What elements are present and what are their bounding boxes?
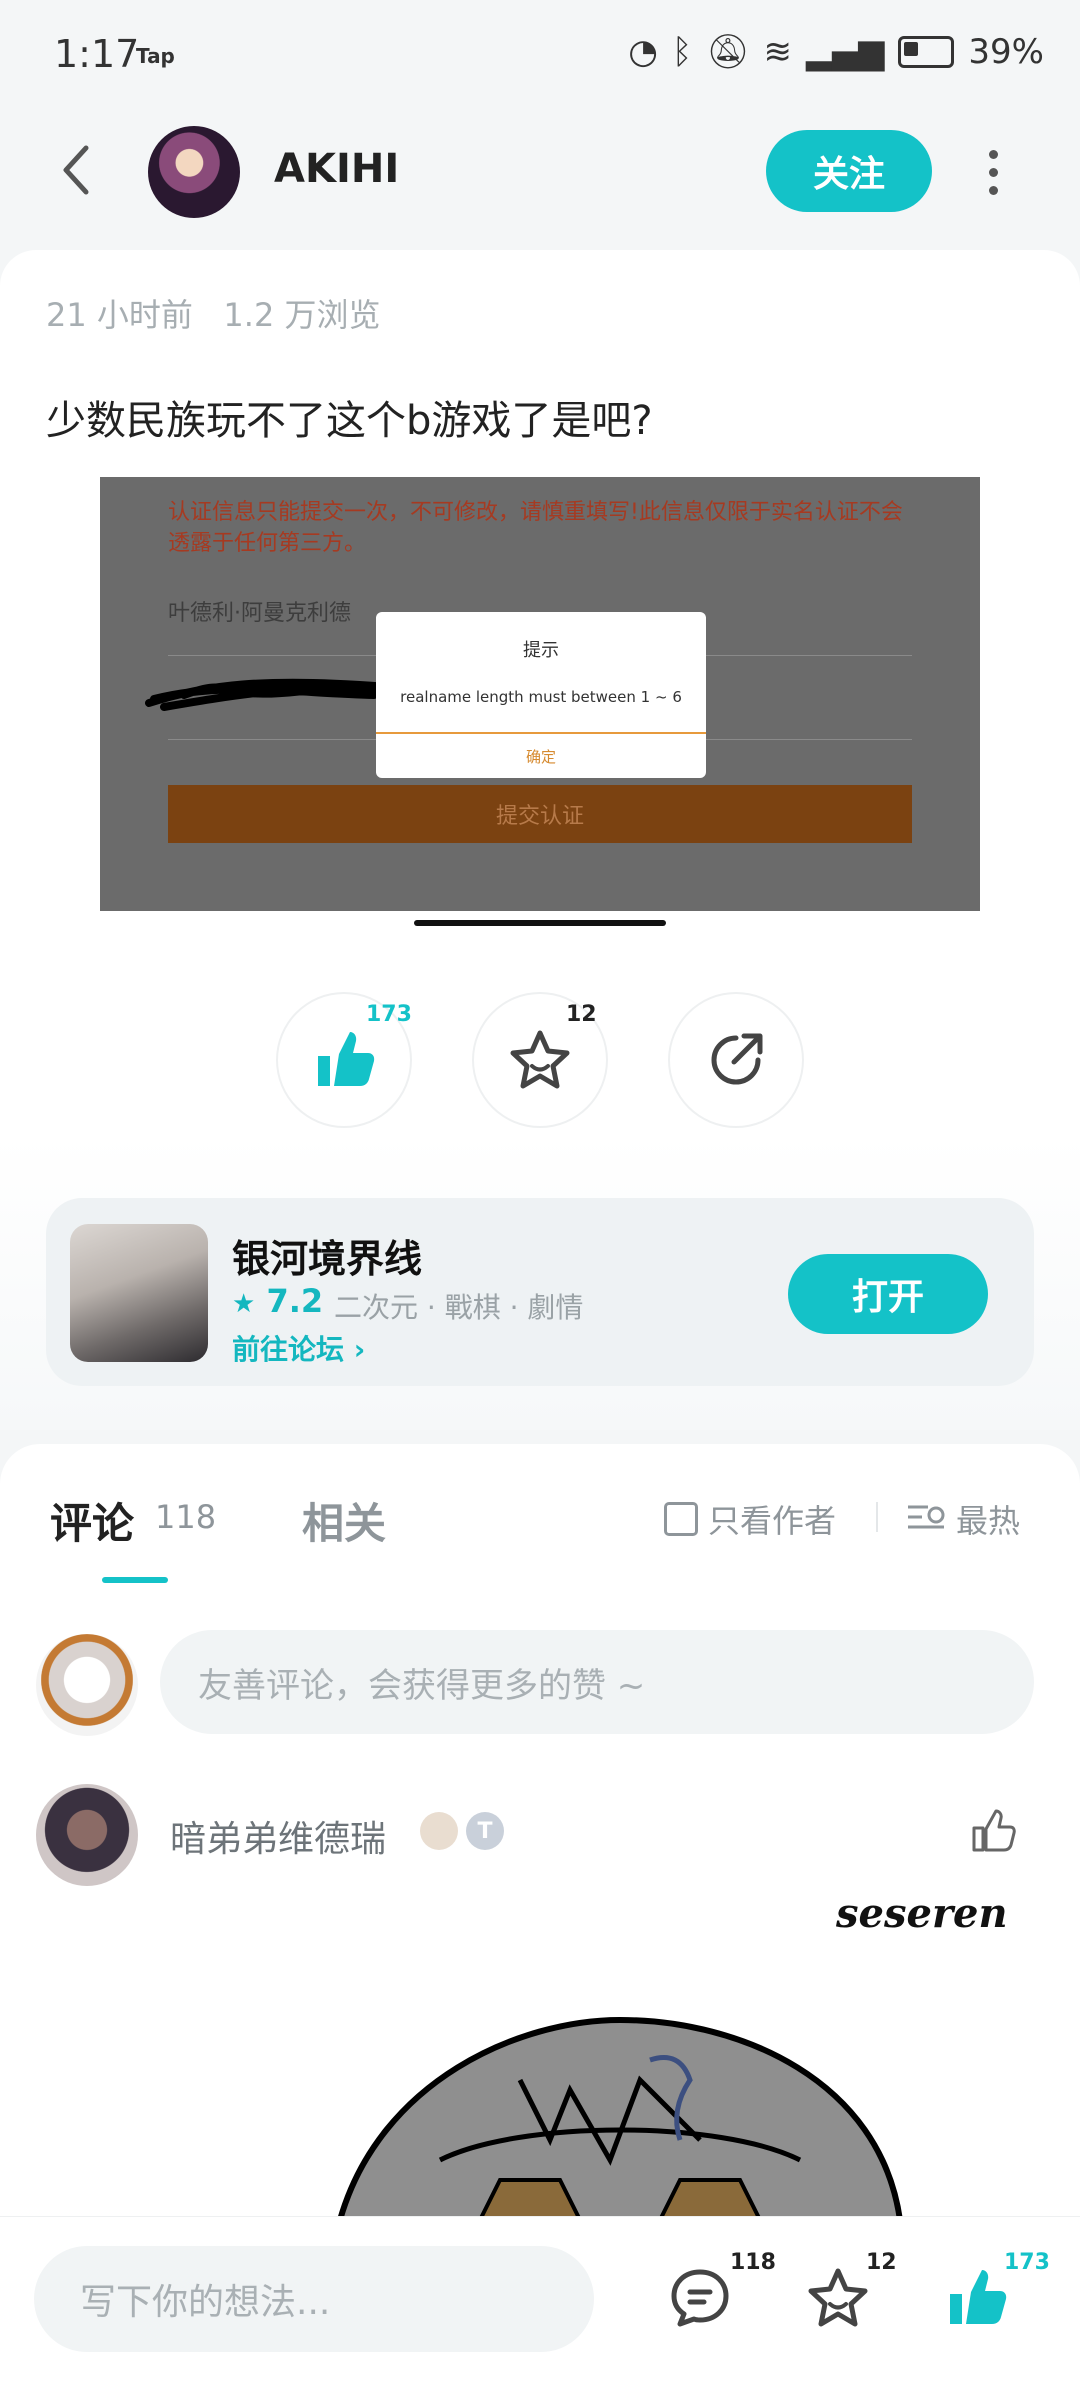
follow-button[interactable]: 关注 bbox=[766, 130, 932, 212]
more-options-button[interactable] bbox=[978, 150, 1008, 195]
game-name[interactable]: 银河境界线 bbox=[232, 1228, 422, 1283]
bottom-favorite-count: 12 bbox=[866, 2250, 897, 2275]
star-icon bbox=[510, 1030, 570, 1089]
checkbox-icon bbox=[664, 1502, 698, 1536]
status-time: 1:17 bbox=[54, 32, 140, 76]
commenter-avatar[interactable] bbox=[36, 1784, 138, 1886]
status-tap-label: Tap bbox=[136, 44, 175, 68]
open-game-button[interactable]: 打开 bbox=[788, 1254, 988, 1334]
share-icon bbox=[711, 1033, 763, 1085]
dialog-title: 提示 bbox=[523, 640, 559, 661]
thumbs-up-icon bbox=[950, 2270, 1007, 2324]
author-name[interactable]: AKIHI bbox=[274, 146, 399, 192]
active-tab-indicator bbox=[102, 1577, 168, 1583]
mute-bell-icon: 🔕︎ bbox=[706, 32, 750, 72]
game-icon[interactable] bbox=[70, 1224, 208, 1362]
game-score: ★ 7.2 bbox=[232, 1282, 323, 1320]
only-author-label: 只看作者 bbox=[708, 1502, 837, 1540]
bottom-like-count: 173 bbox=[1004, 2250, 1050, 2275]
image-indicator bbox=[414, 920, 666, 926]
back-button[interactable] bbox=[56, 140, 96, 200]
user-badge bbox=[420, 1812, 458, 1850]
my-avatar[interactable] bbox=[36, 1634, 138, 1736]
chevron-right-icon: › bbox=[353, 1333, 366, 1366]
signature-text: seseren bbox=[836, 1890, 1008, 1937]
post-time: 21 小时前 bbox=[46, 296, 193, 334]
wifi-icon: ≋ bbox=[763, 32, 792, 72]
bottom-favorite-button[interactable] bbox=[806, 2266, 870, 2334]
screenshot-submit-button: 提交认证 bbox=[168, 785, 912, 843]
post-meta: 21 小时前 1.2 万浏览 bbox=[46, 290, 381, 336]
reply-input[interactable]: 写下你的想法... bbox=[34, 2246, 594, 2352]
share-button[interactable] bbox=[670, 994, 802, 1126]
like-count: 173 bbox=[366, 1002, 412, 1027]
battery-percent: 39% bbox=[968, 32, 1044, 72]
bottom-comment-count: 118 bbox=[730, 2250, 776, 2275]
thumbs-up-outline-icon[interactable] bbox=[970, 1808, 1016, 1854]
favorite-count: 12 bbox=[566, 1002, 597, 1027]
post-image[interactable]: 认证信息只能提交一次，不可修改，请慎重填写!此信息仅限于实名认证不会透露于任何第… bbox=[100, 477, 980, 911]
author-avatar[interactable] bbox=[148, 126, 240, 218]
post-views: 1.2 万浏览 bbox=[223, 296, 381, 334]
status-icons: ◔ ᛒ 🔕︎ ≋ ▂▄▆ 39% bbox=[628, 32, 1044, 72]
chevron-left-icon bbox=[63, 145, 89, 195]
screenshot-warning: 认证信息只能提交一次，不可修改，请慎重填写!此信息仅限于实名认证不会透露于任何第… bbox=[168, 500, 903, 556]
game-score-value: 7.2 bbox=[266, 1282, 324, 1320]
sort-icon bbox=[908, 1505, 945, 1529]
redaction-scribble bbox=[145, 678, 393, 711]
comment-button[interactable] bbox=[668, 2266, 732, 2334]
star-small-icon: ★ bbox=[232, 1289, 256, 1319]
divider bbox=[876, 1502, 878, 1532]
thumbs-up-icon bbox=[318, 1032, 375, 1086]
screenshot-dialog: 提示 realname length must between 1 ~ 6 确定 bbox=[376, 612, 706, 778]
post-title: 少数民族玩不了这个b游戏了是吧? bbox=[46, 398, 653, 444]
comment-bubble-icon bbox=[671, 2269, 729, 2327]
dialog-divider bbox=[376, 732, 706, 734]
signal-icon: ▂▄▆ bbox=[805, 32, 885, 72]
tab-related[interactable]: 相关 bbox=[302, 1490, 386, 1551]
battery-icon bbox=[898, 36, 955, 68]
forum-link[interactable]: 前往论坛 › bbox=[232, 1328, 365, 1368]
speed-icon: ◔ bbox=[628, 32, 658, 72]
game-tags: 二次元 · 戰棋 · 劇情 bbox=[334, 1291, 584, 1324]
comments-count: 118 bbox=[155, 1498, 217, 1536]
only-author-toggle[interactable]: 只看作者 bbox=[664, 1496, 836, 1542]
bottom-like-button[interactable] bbox=[944, 2266, 1008, 2334]
forum-link-label: 前往论坛 bbox=[232, 1333, 345, 1366]
sort-toggle[interactable]: 最热 bbox=[906, 1496, 1020, 1542]
sort-label: 最热 bbox=[956, 1502, 1021, 1540]
dialog-message: realname length must between 1 ~ 6 bbox=[400, 688, 682, 706]
commenter-name[interactable]: 暗弟弟维德瑞 bbox=[170, 1810, 386, 1862]
level-badge: T bbox=[466, 1812, 504, 1850]
bluetooth-icon: ᛒ bbox=[671, 32, 693, 72]
tab-comments[interactable]: 评论 bbox=[50, 1490, 134, 1551]
screenshot-name: 叶德利·阿曼克利德 bbox=[168, 601, 351, 626]
dialog-ok-button: 确定 bbox=[525, 748, 556, 766]
comment-input[interactable]: 友善评论，会获得更多的赞 ~ bbox=[160, 1630, 1034, 1734]
comment-drawing bbox=[337, 2016, 903, 2220]
status-bar: 1:17 Tap ◔ ᛒ 🔕︎ ≋ ▂▄▆ 39% bbox=[0, 0, 1080, 110]
star-icon bbox=[808, 2268, 868, 2327]
